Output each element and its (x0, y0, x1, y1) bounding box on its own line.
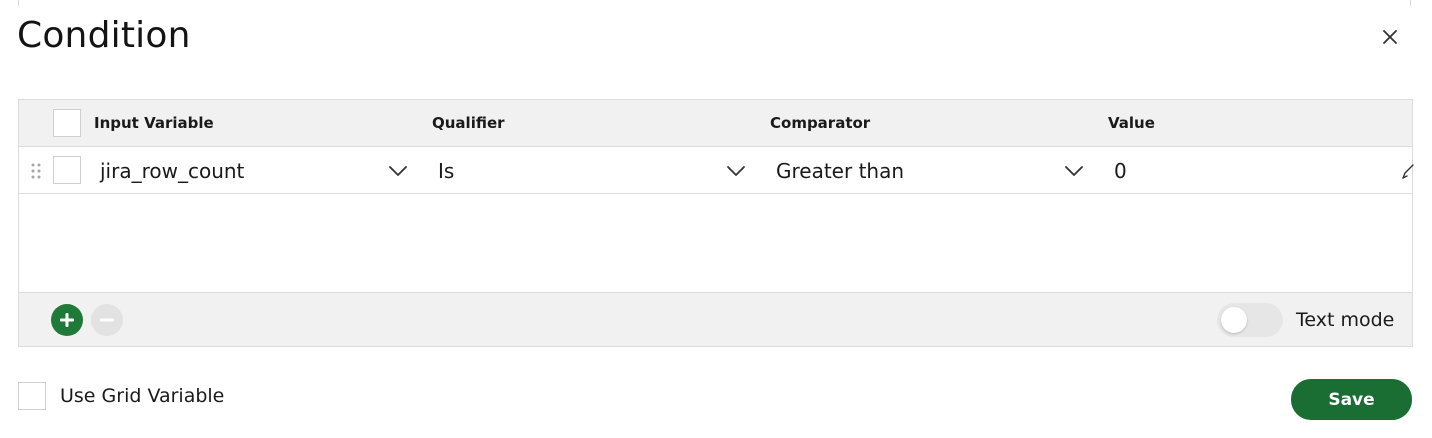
grid-header: Input Variable Qualifier Comparator Valu… (19, 100, 1412, 147)
qualifier-select[interactable]: Is (438, 157, 718, 185)
use-grid-variable-checkbox[interactable] (18, 382, 46, 410)
column-header-value: Value (1108, 114, 1155, 132)
column-header-comparator: Comparator (770, 114, 871, 132)
divider (1410, 0, 1411, 6)
row-checkbox[interactable] (53, 156, 81, 184)
column-header-input-variable: Input Variable (94, 114, 214, 132)
divider (18, 0, 19, 6)
comparator-select[interactable]: Greater than (776, 157, 1056, 185)
table-row: jira_row_count Is Greater than 0 (19, 147, 1415, 194)
pencil-icon[interactable] (1401, 162, 1415, 180)
chevron-down-icon[interactable] (725, 160, 747, 182)
chevron-down-icon[interactable] (1063, 160, 1085, 182)
dialog-title: Condition (17, 15, 191, 56)
grid-footer: Text mode (19, 292, 1412, 346)
chevron-down-icon[interactable] (387, 160, 409, 182)
add-row-button[interactable] (51, 304, 83, 336)
save-button[interactable]: Save (1291, 379, 1412, 420)
input-variable-select[interactable]: jira_row_count (100, 157, 380, 185)
condition-grid: Input Variable Qualifier Comparator Valu… (18, 99, 1415, 347)
remove-row-button[interactable] (91, 304, 123, 336)
text-mode-toggle[interactable] (1217, 303, 1283, 337)
toggle-knob (1221, 307, 1247, 333)
text-mode-label: Text mode (1296, 309, 1395, 331)
column-header-qualifier: Qualifier (432, 114, 505, 132)
select-all-checkbox[interactable] (53, 109, 81, 137)
close-icon[interactable] (1378, 25, 1402, 49)
drag-handle-icon[interactable] (30, 162, 42, 180)
use-grid-variable-label: Use Grid Variable (60, 385, 225, 407)
value-field[interactable]: 0 (1114, 157, 1374, 185)
